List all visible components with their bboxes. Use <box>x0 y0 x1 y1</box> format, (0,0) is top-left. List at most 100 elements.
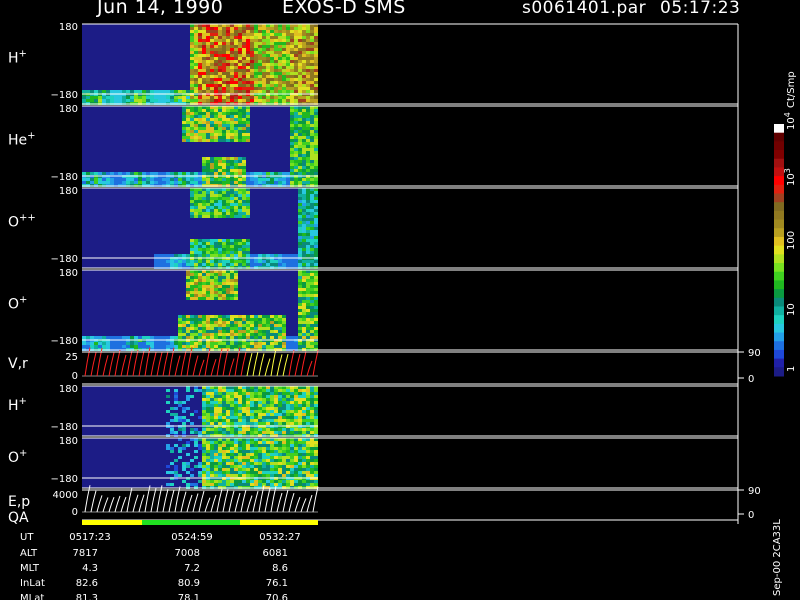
heatmap-cell <box>298 395 302 398</box>
heatmap-cell <box>194 282 198 285</box>
heatmap-cell <box>294 124 298 127</box>
heatmap-cell <box>222 248 226 251</box>
heatmap-cell <box>266 330 270 333</box>
heatmap-cell <box>246 42 250 45</box>
heatmap-cell <box>206 166 210 169</box>
heatmap-cell <box>198 90 202 93</box>
heatmap-cell <box>314 389 318 392</box>
heatmap-cell <box>206 78 210 81</box>
heatmap-cell <box>194 342 198 345</box>
heatmap-cell <box>210 294 214 297</box>
heatmap-cell <box>254 395 258 398</box>
heatmap-cell <box>294 398 298 401</box>
heatmap-cell <box>298 389 302 392</box>
heatmap-cell <box>226 84 230 87</box>
heatmap-cell <box>286 54 290 57</box>
heatmap-cell <box>310 72 314 75</box>
heatmap-cell <box>218 96 222 99</box>
heatmap-cell <box>170 413 174 416</box>
heatmap-cell <box>178 99 182 102</box>
heatmap-cell <box>290 260 294 263</box>
heatmap-cell <box>246 84 250 87</box>
heatmap-cell <box>202 260 206 263</box>
heatmap-cell <box>242 330 246 333</box>
heatmap-cell <box>238 194 242 197</box>
heatmap-cell <box>210 251 214 254</box>
heatmap-cell <box>214 215 218 218</box>
heatmap-cell <box>310 54 314 57</box>
heatmap-cell <box>274 483 278 486</box>
heatmap-cell <box>314 236 318 239</box>
heatmap-cell <box>178 416 182 419</box>
heatmap-cell <box>302 57 306 60</box>
heatmap-cell <box>166 263 170 266</box>
heatmap-cell <box>246 57 250 60</box>
heatmap-cell <box>190 194 194 197</box>
heatmap-cell <box>214 251 218 254</box>
heatmap-cell <box>290 254 294 257</box>
heatmap-cell <box>246 318 250 321</box>
heatmap-cell <box>242 124 246 127</box>
heatmap-cell <box>314 200 318 203</box>
heatmap-cell <box>126 336 130 339</box>
heatmap-cell <box>314 428 318 431</box>
heatmap-cell <box>294 172 298 175</box>
heatmap-cell <box>314 345 318 348</box>
heatmap-cell <box>194 99 198 102</box>
heatmap-cell <box>166 471 170 474</box>
heatmap-cell <box>214 395 218 398</box>
heatmap-cell <box>210 416 214 419</box>
heatmap-cell <box>210 447 214 450</box>
heatmap-cell <box>166 345 170 348</box>
heatmap-cell <box>206 90 210 93</box>
heatmap-cell <box>310 66 314 69</box>
heatmap-cell <box>286 99 290 102</box>
heatmap-cell <box>270 407 274 410</box>
y-tick-top: 4000 <box>53 490 78 501</box>
heatmap-cell <box>150 181 154 184</box>
heatmap-cell <box>266 395 270 398</box>
heatmap-cell <box>254 416 258 419</box>
heatmap-cell <box>310 422 314 425</box>
heatmap-cell <box>222 57 226 60</box>
heatmap-cell <box>182 99 186 102</box>
heatmap-cell <box>298 471 302 474</box>
footer-value: 70.6 <box>266 593 288 600</box>
heatmap-cell <box>202 124 206 127</box>
heatmap-cell <box>314 221 318 224</box>
heatmap-cell <box>290 33 294 36</box>
heatmap-cell <box>246 36 250 39</box>
heatmap-cell <box>262 63 266 66</box>
heatmap-cell <box>302 212 306 215</box>
heatmap-cell <box>286 413 290 416</box>
heatmap-cell <box>266 342 270 345</box>
heatmap-cell <box>314 285 318 288</box>
heatmap-cell <box>202 48 206 51</box>
heatmap-cell <box>302 75 306 78</box>
heatmap-cell <box>254 342 258 345</box>
heatmap-cell <box>186 136 190 139</box>
heatmap-cell <box>210 480 214 483</box>
heatmap-cell <box>270 480 274 483</box>
heatmap-cell <box>250 447 254 450</box>
heatmap-cell <box>306 194 310 197</box>
heatmap-cell <box>306 291 310 294</box>
heatmap-cell <box>242 333 246 336</box>
heatmap-cell <box>298 468 302 471</box>
heatmap-cell <box>194 96 198 99</box>
heatmap-cell <box>306 324 310 327</box>
heatmap-cell <box>230 389 234 392</box>
heatmap-cell <box>206 209 210 212</box>
heatmap-cell <box>206 483 210 486</box>
heatmap-cell <box>210 239 214 242</box>
heatmap-cell <box>274 78 278 81</box>
heatmap-cell <box>262 60 266 63</box>
heatmap-cell <box>234 336 238 339</box>
heatmap-cell <box>230 75 234 78</box>
heatmap-cell <box>310 324 314 327</box>
heatmap-cell <box>218 444 222 447</box>
heatmap-cell <box>202 462 206 465</box>
heatmap-cell <box>282 81 286 84</box>
heatmap-cell <box>310 69 314 72</box>
heatmap-cell <box>310 200 314 203</box>
